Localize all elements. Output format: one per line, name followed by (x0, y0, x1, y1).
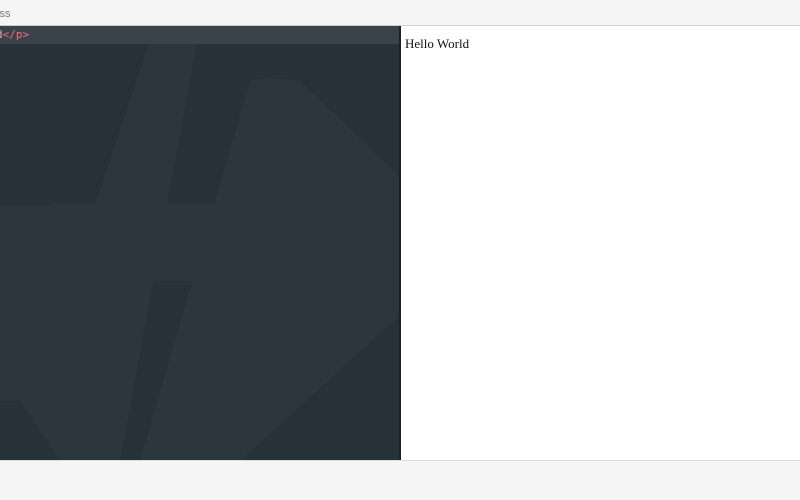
preview-hello-text: Hello World (405, 36, 470, 51)
css-tab-label[interactable]: css (0, 8, 11, 20)
closing-p-tag: </p> (2, 28, 30, 41)
preview-pane: Hello World (401, 26, 800, 460)
active-code-line[interactable]: d</p> (0, 26, 399, 44)
code-editor-pane[interactable]: d</p> (0, 26, 399, 461)
top-toolbar: css (0, 0, 800, 26)
app-window: css d</p> Hello World (0, 0, 800, 500)
bottom-bar (0, 460, 800, 500)
logo-watermark-icon (0, 26, 399, 461)
